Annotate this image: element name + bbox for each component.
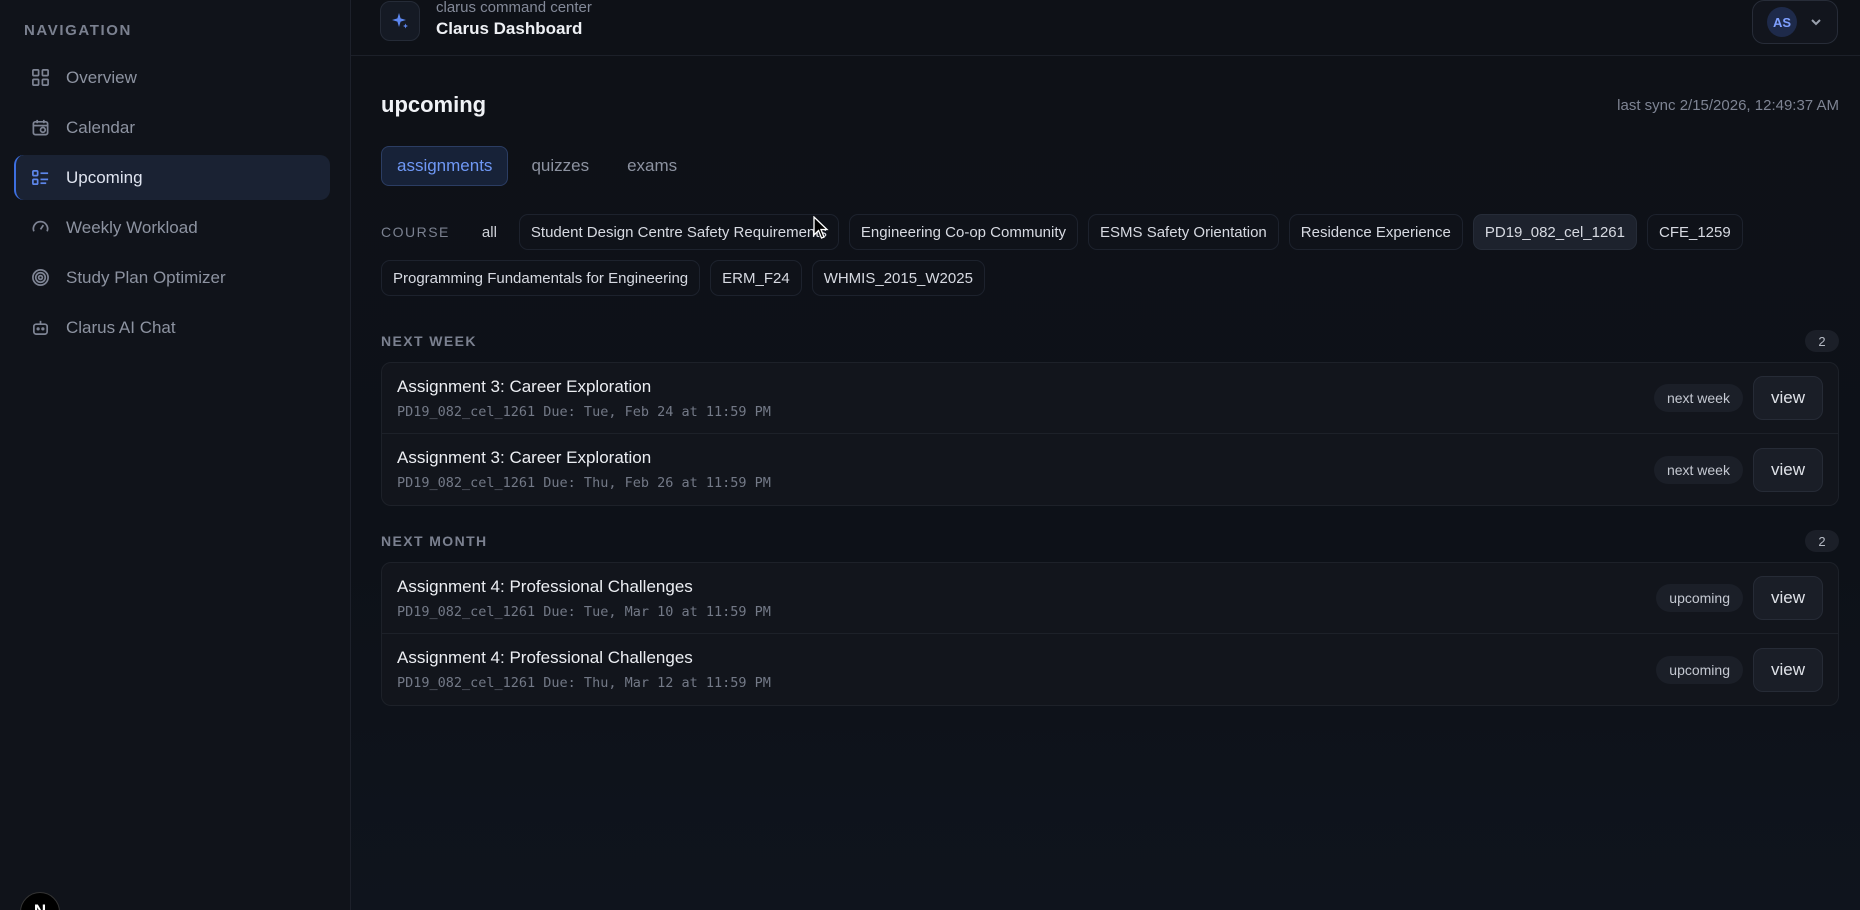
- course-chip-all[interactable]: all: [470, 214, 509, 250]
- item-title: Assignment 4: Professional Challenges: [397, 648, 693, 667]
- course-chip[interactable]: Student Design Centre Safety Requirement…: [518, 214, 839, 250]
- sidebar-item-clarus-ai-chat[interactable]: Clarus AI Chat: [14, 305, 330, 350]
- course-chip[interactable]: Programming Fundamentals for Engineering: [381, 260, 701, 296]
- item-actions: upcoming view: [1656, 576, 1823, 620]
- course-chip[interactable]: ERM_F24: [710, 260, 802, 296]
- page-header: upcoming last sync 2/15/2026, 12:49:37 A…: [381, 92, 1839, 118]
- sidebar-item-label: Calendar: [66, 117, 135, 137]
- course-chip[interactable]: Residence Experience: [1288, 214, 1463, 250]
- sidebar-item-label: Clarus AI Chat: [66, 317, 176, 337]
- tab-exams[interactable]: exams: [612, 146, 692, 186]
- content: upcoming last sync 2/15/2026, 12:49:37 A…: [351, 92, 1860, 706]
- main-content: clarus command center Clarus Dashboard A…: [351, 0, 1860, 910]
- course-chip-selected[interactable]: PD19_082_cel_1261: [1472, 214, 1637, 250]
- view-button[interactable]: view: [1752, 647, 1823, 692]
- item-meta: PD19_082_cel_1261 Due: Thu, Feb 26 at 11…: [397, 475, 771, 491]
- sidebar-item-label: Upcoming: [66, 167, 143, 187]
- sidebar-item-overview[interactable]: Overview: [14, 55, 330, 100]
- section-title: NEXT MONTH: [381, 533, 488, 549]
- status-badge: next week: [1653, 384, 1743, 412]
- nav-heading: NAVIGATION: [24, 22, 132, 39]
- view-button[interactable]: view: [1752, 576, 1823, 620]
- item-meta: PD19_082_cel_1261 Due: Tue, Feb 24 at 11…: [397, 403, 771, 420]
- grid-icon: [30, 68, 50, 88]
- tabs: assignments quizzes exams: [381, 146, 1839, 186]
- sidebar-item-study-plan-optimizer[interactable]: Study Plan Optimizer: [14, 255, 330, 300]
- course-chip[interactable]: ESMS Safety Orientation: [1088, 214, 1279, 250]
- sparkle-icon: [380, 0, 420, 41]
- section-next-month: NEXT MONTH 2 Assignment 4: Professional …: [381, 530, 1839, 706]
- app-subtitle: clarus command center: [436, 0, 592, 16]
- item-text: Assignment 4: Professional Challenges PD…: [397, 577, 771, 620]
- course-chip[interactable]: CFE_1259: [1647, 214, 1743, 250]
- item-text: Assignment 4: Professional Challenges PD…: [397, 648, 771, 691]
- count-badge: 2: [1805, 330, 1839, 352]
- chevron-down-icon: [1809, 15, 1823, 29]
- mouse-cursor-icon: [813, 216, 829, 239]
- page-title: upcoming: [381, 92, 487, 117]
- view-button[interactable]: view: [1752, 447, 1823, 492]
- tab-quizzes[interactable]: quizzes: [516, 146, 604, 186]
- course-chip[interactable]: WHMIS_2015_W2025: [811, 260, 985, 296]
- list-item[interactable]: Assignment 3: Career Exploration PD19_08…: [381, 434, 1839, 506]
- item-meta: PD19_082_cel_1261 Due: Thu, Mar 12 at 11…: [397, 675, 771, 691]
- list-item[interactable]: Assignment 4: Professional Challenges PD…: [381, 562, 1839, 634]
- section-header: NEXT MONTH 2: [381, 530, 1839, 552]
- item-title: Assignment 3: Career Exploration: [397, 448, 652, 467]
- item-text: Assignment 3: Career Exploration PD19_08…: [397, 448, 771, 491]
- target-icon: [30, 268, 50, 288]
- status-badge: upcoming: [1656, 584, 1743, 612]
- tab-assignments[interactable]: assignments: [381, 146, 509, 186]
- item-list: Assignment 4: Professional Challenges PD…: [381, 562, 1839, 706]
- list-item[interactable]: Assignment 3: Career Exploration PD19_08…: [381, 362, 1839, 434]
- app-title: Clarus Dashboard: [436, 18, 583, 38]
- sidebar-item-calendar[interactable]: Calendar: [14, 105, 330, 150]
- item-actions: next week view: [1653, 447, 1823, 492]
- course-chip[interactable]: Engineering Co-op Community: [848, 214, 1079, 250]
- count-badge: 2: [1805, 530, 1839, 552]
- section-title: NEXT WEEK: [381, 333, 477, 349]
- gauge-icon: [30, 218, 50, 238]
- item-title: Assignment 4: Professional Challenges: [397, 576, 693, 596]
- list-icon: [30, 168, 50, 188]
- topbar-titles: clarus command center Clarus Dashboard: [436, 0, 592, 39]
- item-title: Assignment 3: Career Exploration: [397, 376, 652, 396]
- sidebar-item-label: Study Plan Optimizer: [66, 267, 226, 287]
- list-item[interactable]: Assignment 4: Professional Challenges PD…: [381, 634, 1839, 706]
- item-text: Assignment 3: Career Exploration PD19_08…: [397, 377, 771, 420]
- corner-badge[interactable]: N: [20, 892, 60, 910]
- item-meta: PD19_082_cel_1261 Due: Tue, Mar 10 at 11…: [397, 603, 771, 620]
- calendar-icon: [30, 118, 50, 138]
- last-sync: last sync 2/15/2026, 12:49:37 AM: [1617, 96, 1839, 114]
- item-list: Assignment 3: Career Exploration PD19_08…: [381, 362, 1839, 506]
- sidebar: NAVIGATION Overview Calendar Upcoming We…: [0, 0, 351, 910]
- sidebar-item-weekly-workload[interactable]: Weekly Workload: [14, 205, 330, 250]
- sidebar-item-label: Weekly Workload: [66, 217, 198, 237]
- view-button[interactable]: view: [1752, 376, 1823, 420]
- section-header: NEXT WEEK 2: [381, 330, 1839, 352]
- filter-label: COURSE: [381, 224, 450, 240]
- sidebar-item-label: Overview: [66, 67, 137, 87]
- bot-icon: [30, 318, 50, 338]
- status-badge: next week: [1653, 455, 1743, 484]
- sidebar-item-upcoming[interactable]: Upcoming: [14, 155, 330, 200]
- item-actions: upcoming view: [1656, 647, 1823, 692]
- section-next-week: NEXT WEEK 2 Assignment 3: Career Explora…: [381, 330, 1839, 506]
- item-actions: next week view: [1653, 376, 1823, 420]
- avatar: AS: [1767, 7, 1797, 37]
- user-menu-button[interactable]: AS: [1752, 0, 1838, 44]
- topbar: clarus command center Clarus Dashboard A…: [351, 0, 1860, 56]
- status-badge: upcoming: [1656, 655, 1743, 684]
- course-filters: COURSE all Student Design Centre Safety …: [381, 214, 1839, 296]
